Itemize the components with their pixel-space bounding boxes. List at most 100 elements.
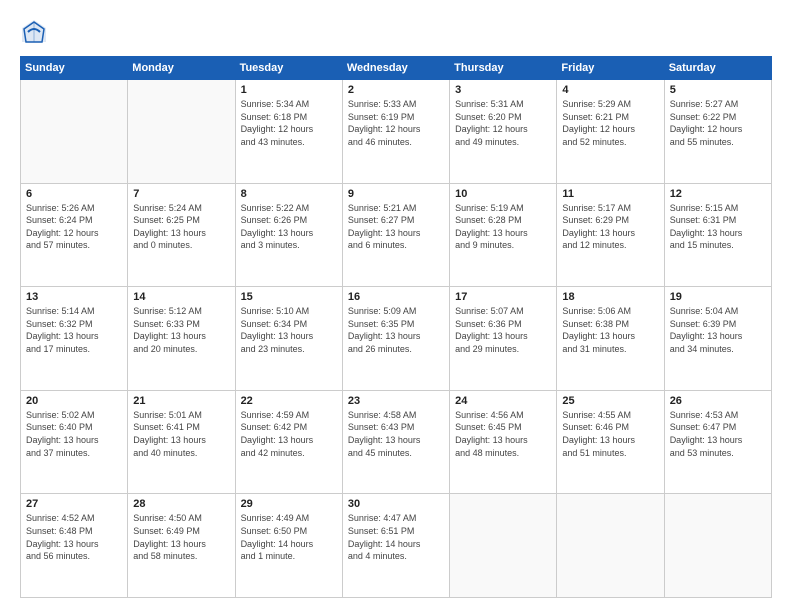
calendar-day-header: Thursday [450, 57, 557, 80]
calendar-cell: 15 Sunrise: 5:10 AMSunset: 6:34 PMDayligh… [235, 287, 342, 391]
day-number: 20 [26, 395, 122, 407]
calendar-cell: 12 Sunrise: 5:15 AMSunset: 6:31 PMDayligh… [664, 183, 771, 287]
calendar-cell: 22 Sunrise: 4:59 AMSunset: 6:42 PMDayligh… [235, 390, 342, 494]
logo [20, 18, 52, 46]
calendar-cell [128, 80, 235, 184]
calendar-cell: 2Sunrise: 5:33 AMSunset: 6:19 PMDaylight… [342, 80, 449, 184]
day-number: 8 [241, 188, 337, 200]
day-number: 22 [241, 395, 337, 407]
calendar-cell: 19 Sunrise: 5:04 AMSunset: 6:39 PMDayligh… [664, 287, 771, 391]
day-number: 13 [26, 291, 122, 303]
calendar-cell: 5 Sunrise: 5:27 AMSunset: 6:22 PMDaylight… [664, 80, 771, 184]
calendar-cell: 29 Sunrise: 4:49 AMSunset: 6:50 PMDayligh… [235, 494, 342, 598]
day-number: 29 [241, 498, 337, 510]
day-number: 19 [670, 291, 766, 303]
day-info: Sunrise: 5:27 AMSunset: 6:22 PMDaylight:… [670, 98, 766, 148]
day-info: Sunrise: 5:24 AMSunset: 6:25 PMDaylight:… [133, 202, 229, 252]
day-info: Sunrise: 5:31 AMSunset: 6:20 PMDaylight:… [455, 98, 551, 148]
day-info: Sunrise: 4:49 AMSunset: 6:50 PMDaylight:… [241, 512, 337, 562]
calendar-day-header: Friday [557, 57, 664, 80]
day-info: Sunrise: 5:04 AMSunset: 6:39 PMDaylight:… [670, 305, 766, 355]
day-info: Sunrise: 5:19 AMSunset: 6:28 PMDaylight:… [455, 202, 551, 252]
calendar-cell: 24Sunrise: 4:56 AMSunset: 6:45 PMDayligh… [450, 390, 557, 494]
day-info: Sunrise: 4:58 AMSunset: 6:43 PMDaylight:… [348, 409, 444, 459]
calendar-day-header: Monday [128, 57, 235, 80]
calendar-cell: 14 Sunrise: 5:12 AMSunset: 6:33 PMDayligh… [128, 287, 235, 391]
calendar-cell: 17Sunrise: 5:07 AMSunset: 6:36 PMDayligh… [450, 287, 557, 391]
calendar-cell: 7 Sunrise: 5:24 AMSunset: 6:25 PMDaylight… [128, 183, 235, 287]
calendar-cell: 27 Sunrise: 4:52 AMSunset: 6:48 PMDayligh… [21, 494, 128, 598]
day-number: 11 [562, 188, 658, 200]
calendar-week-row: 20 Sunrise: 5:02 AMSunset: 6:40 PMDayligh… [21, 390, 772, 494]
day-number: 17 [455, 291, 551, 303]
day-info: Sunrise: 4:52 AMSunset: 6:48 PMDaylight:… [26, 512, 122, 562]
day-info: Sunrise: 5:22 AMSunset: 6:26 PMDaylight:… [241, 202, 337, 252]
calendar-cell: 16 Sunrise: 5:09 AMSunset: 6:35 PMDayligh… [342, 287, 449, 391]
calendar-cell: 20 Sunrise: 5:02 AMSunset: 6:40 PMDayligh… [21, 390, 128, 494]
calendar-cell: 26Sunrise: 4:53 AMSunset: 6:47 PMDayligh… [664, 390, 771, 494]
calendar-day-header: Tuesday [235, 57, 342, 80]
calendar-day-header: Saturday [664, 57, 771, 80]
day-number: 1 [241, 84, 337, 96]
day-info: Sunrise: 4:50 AMSunset: 6:49 PMDaylight:… [133, 512, 229, 562]
day-info: Sunrise: 5:17 AMSunset: 6:29 PMDaylight:… [562, 202, 658, 252]
day-info: Sunrise: 4:59 AMSunset: 6:42 PMDaylight:… [241, 409, 337, 459]
day-info: Sunrise: 5:09 AMSunset: 6:35 PMDaylight:… [348, 305, 444, 355]
day-number: 12 [670, 188, 766, 200]
day-number: 25 [562, 395, 658, 407]
calendar-day-header: Sunday [21, 57, 128, 80]
calendar-cell: 30 Sunrise: 4:47 AMSunset: 6:51 PMDayligh… [342, 494, 449, 598]
page: SundayMondayTuesdayWednesdayThursdayFrid… [0, 0, 792, 612]
day-number: 23 [348, 395, 444, 407]
calendar-cell: 4 Sunrise: 5:29 AMSunset: 6:21 PMDaylight… [557, 80, 664, 184]
calendar-cell: 8 Sunrise: 5:22 AMSunset: 6:26 PMDaylight… [235, 183, 342, 287]
day-number: 30 [348, 498, 444, 510]
day-info: Sunrise: 5:10 AMSunset: 6:34 PMDaylight:… [241, 305, 337, 355]
day-info: Sunrise: 5:26 AMSunset: 6:24 PMDaylight:… [26, 202, 122, 252]
day-number: 14 [133, 291, 229, 303]
day-number: 15 [241, 291, 337, 303]
day-info: Sunrise: 5:06 AMSunset: 6:38 PMDaylight:… [562, 305, 658, 355]
day-info: Sunrise: 5:01 AMSunset: 6:41 PMDaylight:… [133, 409, 229, 459]
calendar-cell: 13 Sunrise: 5:14 AMSunset: 6:32 PMDayligh… [21, 287, 128, 391]
day-info: Sunrise: 5:02 AMSunset: 6:40 PMDaylight:… [26, 409, 122, 459]
day-number: 2 [348, 84, 444, 96]
day-info: Sunrise: 4:47 AMSunset: 6:51 PMDaylight:… [348, 512, 444, 562]
calendar-cell: 11 Sunrise: 5:17 AMSunset: 6:29 PMDayligh… [557, 183, 664, 287]
day-info: Sunrise: 5:15 AMSunset: 6:31 PMDaylight:… [670, 202, 766, 252]
day-info: Sunrise: 4:56 AMSunset: 6:45 PMDaylight:… [455, 409, 551, 459]
calendar-cell: 9 Sunrise: 5:21 AMSunset: 6:27 PMDaylight… [342, 183, 449, 287]
calendar-header-row: SundayMondayTuesdayWednesdayThursdayFrid… [21, 57, 772, 80]
header [20, 18, 772, 46]
day-number: 3 [455, 84, 551, 96]
day-info: Sunrise: 4:53 AMSunset: 6:47 PMDaylight:… [670, 409, 766, 459]
calendar-week-row: 6 Sunrise: 5:26 AMSunset: 6:24 PMDaylight… [21, 183, 772, 287]
day-number: 5 [670, 84, 766, 96]
day-number: 18 [562, 291, 658, 303]
day-info: Sunrise: 5:21 AMSunset: 6:27 PMDaylight:… [348, 202, 444, 252]
day-number: 16 [348, 291, 444, 303]
day-number: 21 [133, 395, 229, 407]
day-number: 27 [26, 498, 122, 510]
calendar-cell: 18 Sunrise: 5:06 AMSunset: 6:38 PMDayligh… [557, 287, 664, 391]
calendar-table: SundayMondayTuesdayWednesdayThursdayFrid… [20, 56, 772, 598]
day-number: 4 [562, 84, 658, 96]
day-info: Sunrise: 5:14 AMSunset: 6:32 PMDaylight:… [26, 305, 122, 355]
logo-icon [20, 18, 48, 46]
day-number: 7 [133, 188, 229, 200]
calendar-cell: 10 Sunrise: 5:19 AMSunset: 6:28 PMDayligh… [450, 183, 557, 287]
day-number: 10 [455, 188, 551, 200]
calendar-cell: 28 Sunrise: 4:50 AMSunset: 6:49 PMDayligh… [128, 494, 235, 598]
calendar-cell [664, 494, 771, 598]
day-info: Sunrise: 4:55 AMSunset: 6:46 PMDaylight:… [562, 409, 658, 459]
calendar-cell: 21 Sunrise: 5:01 AMSunset: 6:41 PMDayligh… [128, 390, 235, 494]
calendar-cell: 6 Sunrise: 5:26 AMSunset: 6:24 PMDaylight… [21, 183, 128, 287]
day-info: Sunrise: 5:12 AMSunset: 6:33 PMDaylight:… [133, 305, 229, 355]
calendar-cell: 1Sunrise: 5:34 AMSunset: 6:18 PMDaylight… [235, 80, 342, 184]
calendar-cell: 3 Sunrise: 5:31 AMSunset: 6:20 PMDaylight… [450, 80, 557, 184]
day-number: 9 [348, 188, 444, 200]
day-number: 28 [133, 498, 229, 510]
day-number: 6 [26, 188, 122, 200]
day-info: Sunrise: 5:29 AMSunset: 6:21 PMDaylight:… [562, 98, 658, 148]
calendar-week-row: 27 Sunrise: 4:52 AMSunset: 6:48 PMDayligh… [21, 494, 772, 598]
